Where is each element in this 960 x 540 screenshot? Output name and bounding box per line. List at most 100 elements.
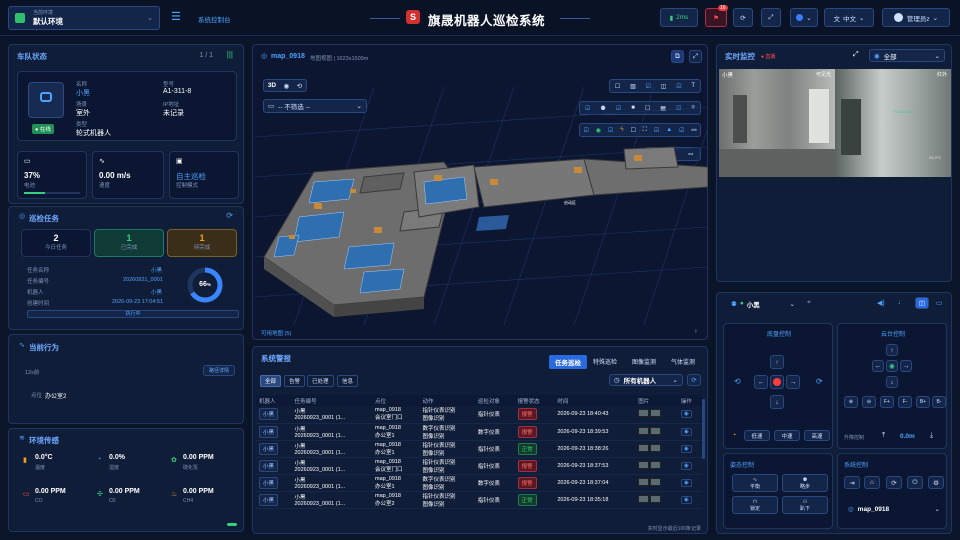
today-tasks-card[interactable]: 2 今日任务 [21, 229, 91, 257]
expand-icon[interactable]: ⤢ [853, 51, 859, 59]
sync-button[interactable]: ⟳ [886, 476, 902, 489]
console-link[interactable]: 系统控制台 [198, 14, 231, 24]
action-button-cell[interactable]: ◉ [677, 406, 702, 424]
stop-button[interactable] [770, 375, 784, 389]
alarms-scrollbar[interactable] [702, 399, 705, 459]
forward-button[interactable]: ↑ [770, 355, 784, 369]
thumbnail[interactable] [638, 443, 650, 452]
tab-task-patrol[interactable]: 任务巡检 [549, 355, 587, 369]
table-row[interactable]: 小黑 小黑 20260923_0001 (1... map_0918 办公室2 指针仪表识… [256, 491, 702, 509]
thumbnail[interactable] [638, 494, 650, 503]
path-detail-button[interactable]: 路径详情 [203, 365, 235, 376]
tab-special-patrol[interactable]: 特殊巡检 [593, 357, 617, 366]
image-cell[interactable] [635, 474, 678, 492]
power-button[interactable]: ⏻ [907, 476, 923, 489]
done-tasks-card[interactable]: 1 已完成 [94, 229, 164, 257]
lock-button[interactable]: ⊓ 锁定 [732, 496, 778, 514]
gimbal-capture-button[interactable]: ◉ [886, 360, 898, 372]
camera-feed-visible[interactable]: 小黑 可见光 [719, 69, 835, 177]
exit-button[interactable]: ⇥ [844, 476, 860, 489]
settings-button[interactable]: ⚙ [928, 476, 944, 489]
tab-gas-monitor[interactable]: 气体监测 [671, 357, 695, 366]
target-icon[interactable]: ⌖ [807, 299, 811, 307]
grid-icon[interactable]: ||| [227, 50, 233, 59]
table-row[interactable]: 小黑 小黑 20260923_0001 (1... map_0918 办公室1 指针仪表识… [256, 440, 702, 458]
thumbnail[interactable] [650, 494, 662, 503]
thumbnail[interactable] [650, 426, 662, 435]
robot-card[interactable]: ● 在线 名称 小黑 场景 室外 类型 轮式机器人 型号 A1-311-8 IP… [17, 71, 237, 141]
tab-image-monitor[interactable]: 图像监测 [632, 357, 656, 366]
lie-down-button[interactable]: ⚇ 趴下 [782, 496, 828, 514]
speed-low-button[interactable]: 低速 [744, 430, 770, 441]
focus-minus-button[interactable]: F- [898, 396, 912, 408]
zoom-out-button[interactable]: ⊖ [862, 396, 876, 408]
available-maps[interactable]: 可用地图 (5) [261, 329, 291, 337]
map-select[interactable]: ◎ map_0918 ⌄ [844, 502, 944, 516]
lift-up-icon[interactable]: ⤒ [882, 432, 885, 440]
rotate-left-icon[interactable]: ⟲ [734, 377, 741, 386]
thumbnail[interactable] [650, 477, 662, 486]
camera-scope-select[interactable]: ◉ 全部 ⌄ [869, 49, 945, 62]
speed-high-button[interactable]: 高速 [804, 430, 830, 441]
thumbnail[interactable] [638, 409, 650, 418]
theme-button[interactable]: ⌄ [790, 8, 818, 27]
view-icon[interactable]: ◉ [680, 410, 692, 419]
thumbnail[interactable] [638, 460, 650, 469]
view-icon[interactable]: ◉ [680, 444, 692, 453]
filter-all[interactable]: 全部 [260, 375, 282, 387]
left-button[interactable]: ← [754, 375, 768, 389]
map-canvas[interactable]: 启动区 [254, 67, 708, 325]
camera-feed-ir[interactable]: YOLO:0.93 24.0°C 红外 [835, 69, 951, 177]
image-cell[interactable] [635, 440, 678, 458]
fullscreen-button[interactable]: ⤢ [761, 8, 781, 27]
action-button-cell[interactable]: ◉ [677, 491, 702, 509]
thumbnail[interactable] [638, 477, 650, 486]
refresh-icon[interactable]: ⟳ [226, 211, 233, 220]
more-icon[interactable]: ▭ [936, 299, 943, 307]
step-button[interactable]: ⚉ 略步 [782, 474, 828, 492]
volume-icon[interactable]: ◀) [877, 299, 885, 307]
chevron-right-icon[interactable]: › [695, 328, 697, 335]
speed-mid-button[interactable]: 中速 [774, 430, 800, 441]
brightness-plus-button[interactable]: B+ [916, 396, 930, 408]
action-button-cell[interactable]: ◉ [677, 423, 702, 441]
focus-plus-button[interactable]: F+ [880, 396, 894, 408]
balance-button[interactable]: ∿ 平衡 [732, 474, 778, 492]
table-row[interactable]: 小黑 小黑 20260923_0001 (1... map_0918 办公室1 数字仪表识… [256, 423, 702, 441]
mic-icon[interactable]: ♩ [898, 299, 905, 306]
action-button-cell[interactable]: ◉ [677, 440, 702, 458]
brightness-minus-button[interactable]: B- [932, 396, 946, 408]
robot-filter-select[interactable]: ◷ 所有机器人 ⌄ [609, 374, 683, 386]
camera-toggle-button[interactable]: ◫ [915, 297, 929, 309]
filter-alarm[interactable]: 告警 [284, 375, 306, 387]
lift-down-icon[interactable]: ⤓ [930, 432, 933, 440]
rotate-right-icon[interactable]: ⟳ [816, 377, 823, 386]
pending-tasks-card[interactable]: 1 待完成 [167, 229, 237, 257]
user-menu[interactable]: 管理员z ⌄ [882, 8, 950, 27]
thumbnail[interactable] [650, 409, 662, 418]
thumbnail[interactable] [650, 460, 662, 469]
image-cell[interactable] [635, 423, 678, 441]
image-cell[interactable] [635, 406, 678, 424]
filter-handled[interactable]: 已处理 [307, 375, 334, 387]
menu-icon[interactable]: ☰ [171, 10, 181, 23]
view-icon[interactable]: ◉ [680, 461, 692, 470]
table-row[interactable]: 小黑 小黑 20260923_0001 (1... map_0918 办公室1 数字仪表识… [256, 474, 702, 492]
action-button-cell[interactable]: ◉ [677, 457, 702, 475]
thumbnail[interactable] [638, 426, 650, 435]
table-row[interactable]: 小黑 小黑 20260923_0001 (1... map_0918 会议室门口 指针仪表… [256, 457, 702, 475]
zoom-in-button[interactable]: ⊕ [844, 396, 858, 408]
home-button[interactable]: ⌂ [864, 476, 880, 489]
table-row[interactable]: 小黑 小黑 20260923_0001 (1... map_0918 会议室门口 指针仪表… [256, 406, 702, 424]
language-selector[interactable]: 文中文 ⌄ [824, 8, 874, 27]
thumbnail[interactable] [650, 443, 662, 452]
filter-info[interactable]: 信息 [337, 375, 359, 387]
gimbal-up-button[interactable]: ↑ [886, 344, 898, 356]
alarms-refresh-button[interactable]: ⟳ [687, 374, 701, 386]
scroll-indicator[interactable] [227, 523, 237, 526]
gimbal-down-button[interactable]: ↓ [886, 376, 898, 388]
image-cell[interactable] [635, 457, 678, 475]
view-icon[interactable]: ◉ [680, 478, 692, 487]
action-button-cell[interactable]: ◉ [677, 474, 702, 492]
robot-select[interactable]: ⚉ ● 小黑 ⌄ [727, 297, 799, 310]
